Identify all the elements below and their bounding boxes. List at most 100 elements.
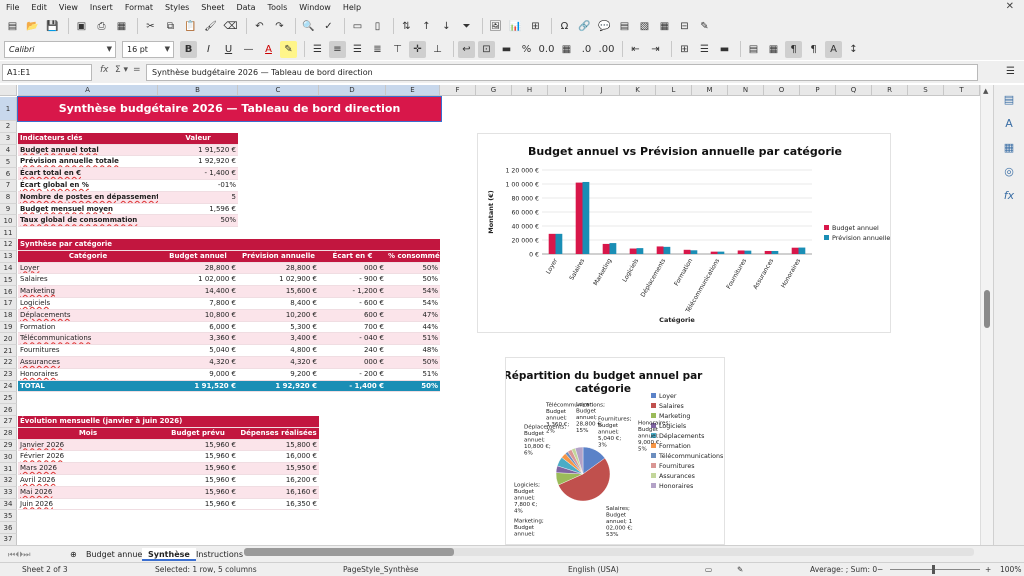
column-header-e[interactable]: E (386, 85, 440, 96)
category-value[interactable]: - 200 € (319, 368, 386, 381)
row-header-36[interactable]: 36 (0, 522, 17, 534)
total-cell[interactable]: 50% (386, 380, 440, 393)
category-name[interactable]: Fournitures (18, 345, 158, 357)
strikethrough-icon[interactable]: — (240, 41, 257, 58)
delete-decimal-icon[interactable]: .00 (598, 41, 615, 58)
zoom-slider[interactable] (890, 569, 980, 570)
indicator-value[interactable]: 1,596 € (158, 203, 238, 216)
sort-descending-icon[interactable]: ↓ (438, 18, 455, 35)
category-name[interactable]: Télécommunications (18, 333, 158, 346)
print-icon[interactable]: ⎙ (93, 18, 110, 35)
row-header-28[interactable]: 28 (0, 427, 17, 440)
category-value[interactable]: 51% (386, 368, 440, 381)
spelling-icon[interactable]: ✓ (320, 18, 337, 35)
row-header-20[interactable]: 20 (0, 333, 17, 346)
indicator-value[interactable]: - 1,400 € (158, 168, 238, 180)
row-header-2[interactable]: 2 (0, 121, 17, 133)
month-name[interactable]: Mai 2026 (18, 486, 158, 499)
align-middle-icon[interactable]: ✛ (409, 40, 426, 58)
indicator-label[interactable]: Écart total en € (18, 168, 158, 180)
column-header-f[interactable]: F (440, 85, 476, 96)
indicator-value[interactable]: 1 92,920 € (158, 156, 238, 169)
save-icon[interactable]: 💾 (44, 18, 61, 35)
category-name[interactable]: Logiciels (18, 298, 158, 310)
name-box[interactable]: A1:E1 (2, 64, 92, 81)
headers-footers-icon[interactable]: ▤ (616, 18, 633, 35)
menu-styles[interactable]: Styles (165, 3, 189, 12)
category-value[interactable]: 28,800 € (238, 262, 319, 275)
row-header-26[interactable]: 26 (0, 404, 17, 416)
align-right-icon[interactable]: ☰ (349, 41, 366, 58)
comment-icon[interactable]: 💬 (596, 18, 613, 35)
category-value[interactable]: 4,320 € (238, 357, 319, 369)
column-header-i[interactable]: I (548, 85, 584, 96)
row-header-23[interactable]: 23 (0, 368, 17, 381)
category-value[interactable]: 54% (386, 298, 440, 310)
category-value[interactable]: 50% (386, 274, 440, 287)
month-value[interactable]: 15,960 € (158, 498, 238, 511)
monthly-header-cell[interactable]: Mois (18, 427, 158, 440)
month-value[interactable]: 15,960 € (158, 486, 238, 499)
category-name[interactable]: Salaires (18, 274, 158, 287)
font-name-box[interactable]: Calibri ▼ (4, 40, 116, 58)
row-header-22[interactable]: 22 (0, 357, 17, 369)
category-value[interactable]: 9,200 € (238, 368, 319, 381)
status-language[interactable]: English (USA) (568, 565, 619, 574)
row-header-19[interactable]: 19 (0, 321, 17, 334)
category-value[interactable]: 15,600 € (238, 286, 319, 298)
category-name[interactable]: Honoraires (18, 368, 158, 381)
category-header-cell[interactable]: Catégorie (18, 250, 158, 263)
column-icon[interactable]: ▯ (369, 18, 386, 35)
category-name[interactable]: Marketing (18, 286, 158, 298)
column-header-m[interactable]: M (692, 85, 728, 96)
pie-chart[interactable]: Répartition du budget annuel par catégori… (504, 357, 725, 545)
undo-icon[interactable]: ↶ (251, 18, 268, 35)
spreadsheet-grid[interactable]: ABCDEFGHIJKLMNOPQRST 1 2 3 4 5 6 7 8 9 10 11 12 13 14… (0, 85, 980, 545)
indicator-value[interactable]: 1 91,520 € (158, 144, 238, 157)
category-value[interactable]: 240 € (319, 345, 386, 357)
cut-icon[interactable]: ✂ (142, 18, 159, 35)
month-value[interactable]: 16,200 € (238, 475, 319, 487)
monthly-header-cell[interactable]: Dépenses réalisées (238, 427, 319, 440)
column-header-c[interactable]: C (238, 85, 319, 96)
column-header-b[interactable]: B (158, 85, 238, 96)
row-header-6[interactable]: 6 (0, 168, 17, 180)
category-value[interactable]: 28,800 € (158, 262, 238, 275)
month-name[interactable]: Juin 2026 (18, 498, 158, 511)
sort-ascending-icon[interactable]: ↑ (418, 18, 435, 35)
month-value[interactable]: 15,960 € (158, 463, 238, 475)
column-header-j[interactable]: J (584, 85, 620, 96)
row-header-16[interactable]: 16 (0, 286, 17, 298)
row-header-18[interactable]: 18 (0, 309, 17, 322)
tab-instructions[interactable]: Instructions (190, 548, 249, 561)
category-value[interactable]: 10,800 € (158, 309, 238, 322)
indicator-value[interactable]: 50% (158, 215, 238, 228)
function-wizard-icon[interactable]: fx (100, 65, 109, 75)
border-style-icon[interactable]: ☰ (696, 41, 713, 58)
total-cell[interactable]: 1 91,520 € (158, 380, 238, 393)
clear-formatting-icon[interactable]: ⌫ (222, 18, 239, 35)
export-pdf-icon[interactable]: ▣ (73, 18, 90, 35)
column-header-h[interactable]: H (512, 85, 548, 96)
category-header-cell[interactable]: Prévision annuelle (238, 250, 319, 263)
category-value[interactable]: 14,400 € (158, 286, 238, 298)
text-direction-icon[interactable]: A (825, 40, 842, 58)
indicator-label[interactable]: Taux global de consommation (18, 215, 158, 228)
category-value[interactable]: 3,400 € (238, 333, 319, 346)
category-name[interactable]: Assurances (18, 357, 158, 369)
row-header-25[interactable]: 25 (0, 392, 17, 405)
row-header-3[interactable]: 3 (0, 132, 17, 145)
gallery-icon[interactable]: ▦ (1002, 141, 1016, 155)
month-name[interactable]: Avril 2026 (18, 475, 158, 487)
bold-icon[interactable]: B (180, 40, 197, 58)
date-format-icon[interactable]: ▦ (558, 41, 575, 58)
indicators-header-label[interactable]: Indicateurs clés (18, 132, 158, 145)
category-value[interactable]: 8,400 € (238, 298, 319, 310)
align-center-icon[interactable]: ≡ (329, 40, 346, 58)
highlight-icon[interactable]: ✎ (280, 40, 297, 58)
tab-budget-annuel[interactable]: Budget annuel (80, 548, 151, 561)
month-value[interactable]: 15,800 € (238, 439, 319, 452)
category-value[interactable]: 51% (386, 333, 440, 346)
vertical-scroll-thumb[interactable] (984, 290, 990, 328)
category-value[interactable]: 000 € (319, 357, 386, 369)
